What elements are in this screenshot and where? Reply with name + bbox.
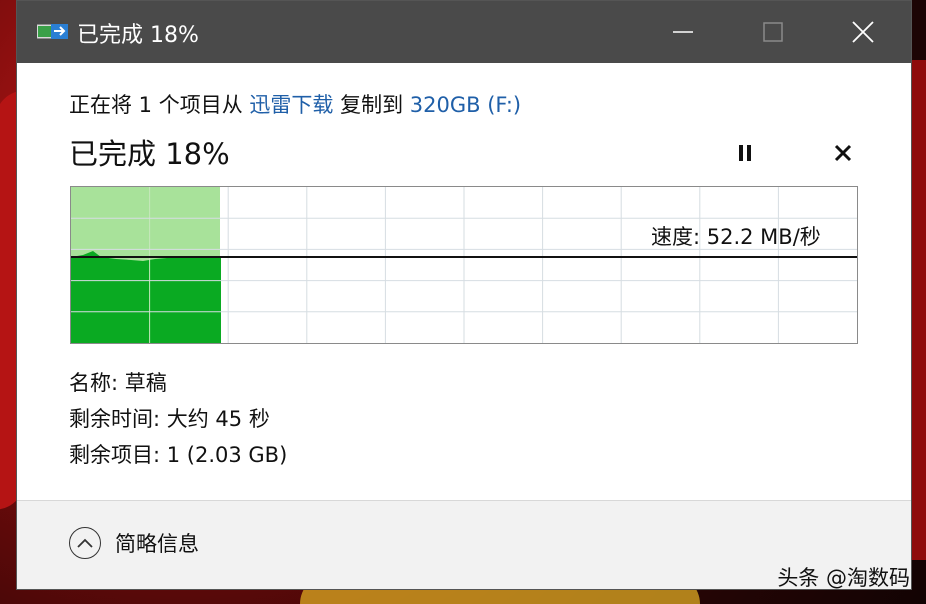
fewer-details-button[interactable]: 简略信息 bbox=[69, 527, 199, 559]
speed-label: 速度: 52.2 MB/秒 bbox=[651, 225, 821, 249]
speed-graph bbox=[70, 186, 858, 344]
speed-graph-canvas bbox=[71, 187, 857, 343]
copy-middle: 复制到 bbox=[333, 93, 410, 117]
pause-icon bbox=[739, 145, 751, 161]
close-icon bbox=[852, 21, 874, 43]
maximize-button[interactable] bbox=[727, 1, 819, 63]
chevron-up-icon bbox=[69, 527, 101, 559]
cancel-icon bbox=[834, 144, 852, 162]
source-link[interactable]: 迅雷下载 bbox=[249, 93, 333, 117]
title-bar[interactable]: 已完成 18% bbox=[17, 1, 911, 63]
pause-button[interactable] bbox=[733, 141, 757, 165]
speed-area bbox=[71, 251, 221, 343]
progress-status: 已完成 18% bbox=[69, 137, 230, 171]
details-section: 名称: 草稿 剩余时间: 大约 45 秒 剩余项目: 1 (2.03 GB) bbox=[69, 365, 287, 473]
file-name: 名称: 草稿 bbox=[69, 371, 167, 395]
fewer-details-label: 简略信息 bbox=[115, 532, 199, 556]
copy-progress-dialog: 已完成 18% 正在将 1 个项目从 迅雷下载 复制到 320GB (F:) 已… bbox=[16, 0, 912, 590]
file-copy-icon bbox=[37, 24, 68, 39]
minimize-icon bbox=[673, 31, 693, 33]
time-remaining: 剩余时间: 大约 45 秒 bbox=[69, 407, 270, 431]
minimize-button[interactable] bbox=[637, 1, 729, 63]
maximize-icon bbox=[763, 22, 783, 42]
destination-link[interactable]: 320GB (F:) bbox=[410, 93, 521, 117]
close-button[interactable] bbox=[817, 1, 909, 63]
items-remaining: 剩余项目: 1 (2.03 GB) bbox=[69, 443, 288, 467]
cancel-button[interactable] bbox=[831, 141, 855, 165]
copy-prefix: 正在将 1 个项目从 bbox=[69, 93, 250, 117]
window-title: 已完成 18% bbox=[77, 23, 199, 48]
copy-description: 正在将 1 个项目从 迅雷下载 复制到 320GB (F:) bbox=[69, 89, 521, 119]
watermark: 头条 @淘数码 bbox=[777, 566, 910, 590]
